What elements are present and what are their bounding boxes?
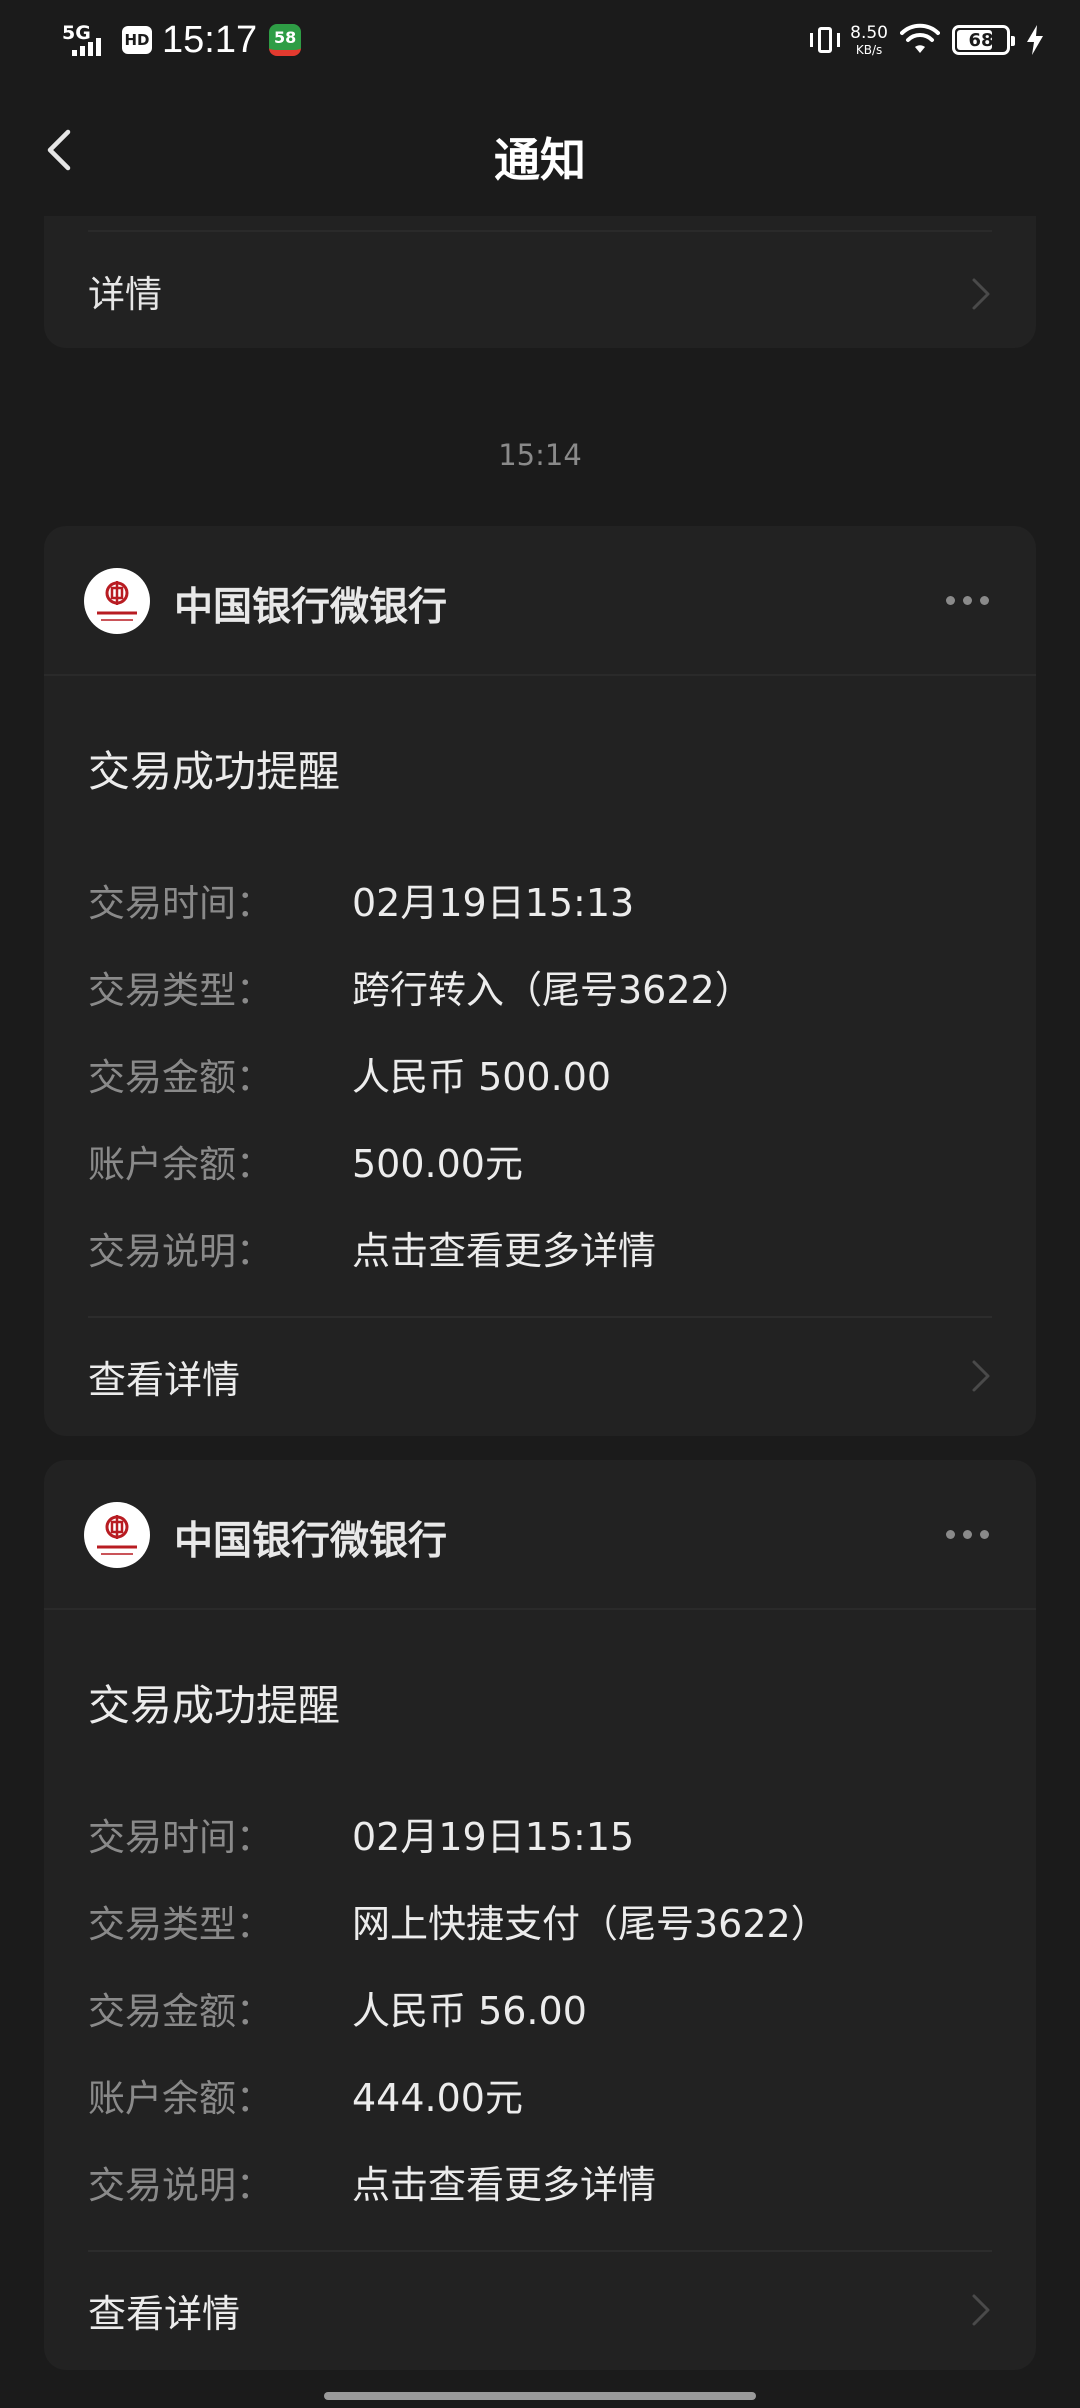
field-label: 交易金额： bbox=[88, 1055, 273, 1099]
status-bar: 5G HD 15:17 58 8.50 KB/s 68 bbox=[0, 0, 1080, 80]
field-label: 交易说明： bbox=[88, 1229, 273, 1273]
chevron-right-icon bbox=[972, 1360, 990, 1392]
field-row: 交易类型： 跨行转入（尾号3622） bbox=[88, 943, 992, 1030]
net-speed: 8.50 KB/s bbox=[850, 22, 888, 57]
field-row: 交易时间： 02月19日15:13 bbox=[88, 856, 992, 943]
field-label: 账户余额： bbox=[88, 1142, 273, 1186]
field-value: 点击查看更多详情 bbox=[352, 1229, 657, 1273]
detail-label: 详情 bbox=[88, 273, 162, 316]
message-fields: 交易时间： 02月19日15:13 交易类型： 跨行转入（尾号3622） 交易金额：… bbox=[88, 856, 992, 1291]
card-header: 中国银行微银行 bbox=[44, 526, 1036, 676]
net-speed-unit: KB/s bbox=[855, 42, 883, 57]
field-value: 02月19日15:15 bbox=[352, 1815, 635, 1859]
field-label: 交易说明： bbox=[88, 2163, 273, 2207]
field-row: 交易说明： 点击查看更多详情 bbox=[88, 2138, 992, 2225]
field-value: 跨行转入（尾号3622） bbox=[352, 968, 753, 1012]
view-details-label: 查看详情 bbox=[88, 1357, 241, 1402]
field-value: 02月19日15:13 bbox=[352, 881, 635, 925]
sender-name: 中国银行微银行 bbox=[174, 585, 448, 630]
more-dots-icon[interactable] bbox=[946, 1522, 996, 1546]
field-value: 500.00元 bbox=[352, 1142, 523, 1186]
field-row: 交易时间： 02月19日15:15 bbox=[88, 1790, 992, 1877]
battery-level: 68 bbox=[968, 29, 994, 51]
field-label: 交易时间： bbox=[88, 881, 273, 925]
cellular-signal-icon: 5G bbox=[60, 20, 108, 60]
chevron-right-icon bbox=[972, 278, 990, 310]
chevron-right-icon bbox=[972, 2294, 990, 2326]
message-fields: 交易时间： 02月19日15:15 交易类型： 网上快捷支付（尾号3622） 交易金… bbox=[88, 1790, 992, 2225]
field-row: 账户余额： 500.00元 bbox=[88, 1117, 992, 1204]
vibrate-icon bbox=[808, 23, 842, 57]
field-row: 交易金额： 人民币 56.00 bbox=[88, 1964, 992, 2051]
field-row: 交易类型： 网上快捷支付（尾号3622） bbox=[88, 1877, 992, 1964]
view-details-row[interactable]: 查看详情 bbox=[88, 2270, 992, 2350]
previous-message-card: 详情 bbox=[44, 216, 1036, 348]
net-speed-value: 8.50 bbox=[850, 22, 888, 43]
bank-of-china-logo bbox=[84, 1502, 150, 1568]
field-label: 交易类型： bbox=[88, 1902, 273, 1946]
detail-row[interactable]: 详情 bbox=[88, 256, 992, 326]
field-value: 人民币 500.00 bbox=[352, 1055, 612, 1099]
hd-badge: HD bbox=[122, 26, 152, 54]
charging-bolt-icon bbox=[1027, 25, 1043, 55]
field-value: 点击查看更多详情 bbox=[352, 2163, 657, 2207]
message-title: 交易成功提醒 bbox=[88, 1681, 341, 1730]
page-title: 通知 bbox=[494, 133, 586, 187]
field-value: 人民币 56.00 bbox=[352, 1989, 587, 2033]
message-card: 中国银行微银行 交易成功提醒 交易时间： 02月19日15:15 交易类型： 网上快… bbox=[44, 1460, 1036, 2370]
wifi-icon bbox=[900, 23, 940, 53]
field-label: 交易金额： bbox=[88, 1989, 273, 2033]
more-dots-icon[interactable] bbox=[946, 588, 996, 612]
field-row: 账户余额： 444.00元 bbox=[88, 2051, 992, 2138]
app-notification-icon: 58 bbox=[269, 24, 302, 56]
field-value: 444.00元 bbox=[352, 2076, 523, 2120]
message-title: 交易成功提醒 bbox=[88, 747, 341, 796]
field-value: 网上快捷支付（尾号3622） bbox=[352, 1902, 829, 1946]
battery-icon: 68 bbox=[952, 25, 1015, 55]
home-indicator[interactable] bbox=[324, 2392, 756, 2400]
bank-of-china-logo bbox=[84, 568, 150, 634]
field-row: 交易金额： 人民币 500.00 bbox=[88, 1030, 992, 1117]
status-time: 15:17 bbox=[162, 18, 258, 61]
field-row: 交易说明： 点击查看更多详情 bbox=[88, 1204, 992, 1291]
sender-name: 中国银行微银行 bbox=[174, 1519, 448, 1564]
field-label: 交易类型： bbox=[88, 968, 273, 1012]
message-timestamp: 15:14 bbox=[498, 438, 582, 472]
field-label: 交易时间： bbox=[88, 1815, 273, 1859]
card-header: 中国银行微银行 bbox=[44, 1460, 1036, 1610]
nav-bar: 通知 bbox=[0, 80, 1080, 220]
view-details-label: 查看详情 bbox=[88, 2291, 241, 2336]
message-card: 中国银行微银行 交易成功提醒 交易时间： 02月19日15:13 交易类型： 跨行转… bbox=[44, 526, 1036, 1436]
field-label: 账户余额： bbox=[88, 2076, 273, 2120]
view-details-row[interactable]: 查看详情 bbox=[88, 1336, 992, 1416]
